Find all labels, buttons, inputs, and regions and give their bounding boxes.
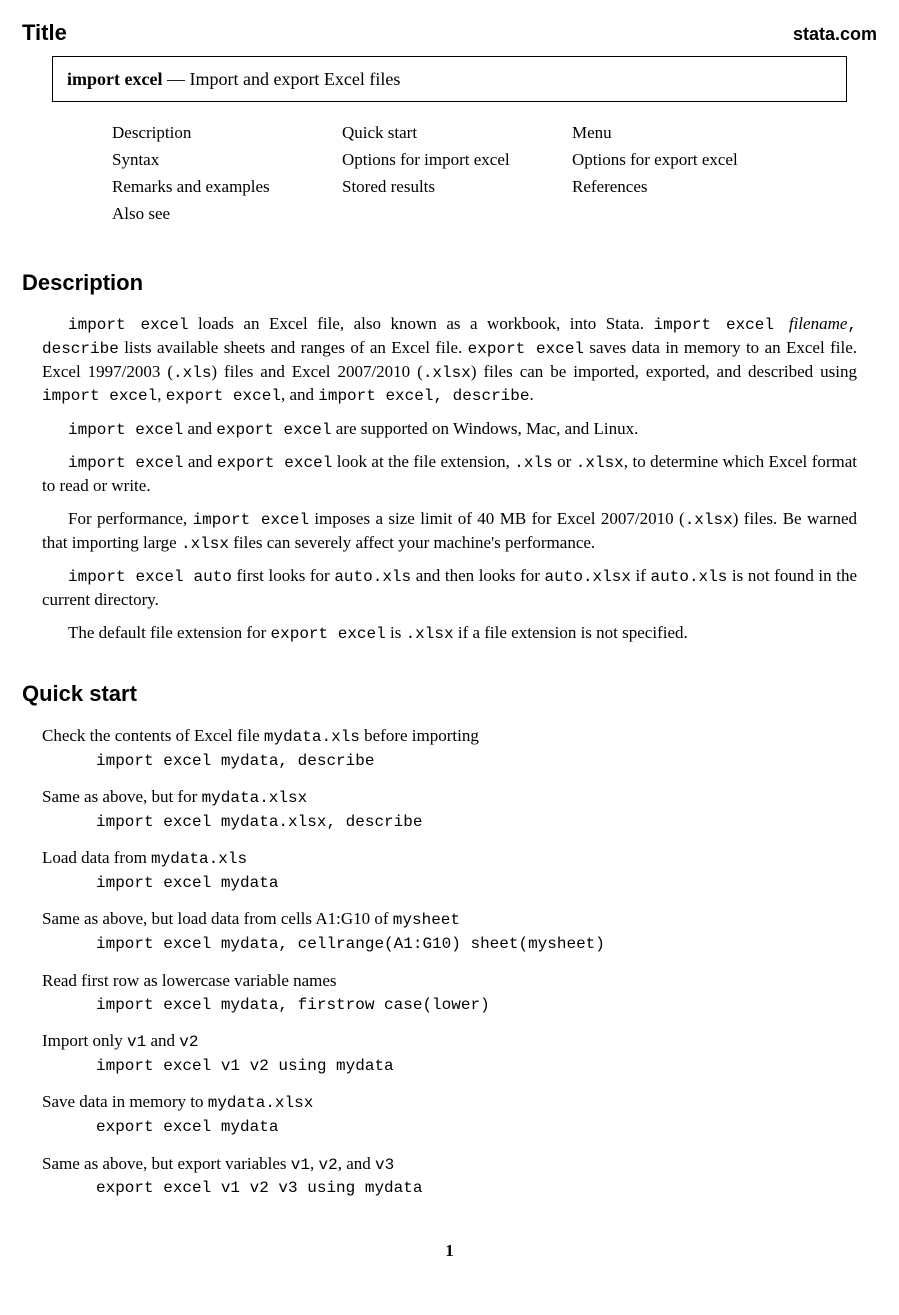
description-para: The default file extension for export ex… bbox=[42, 622, 857, 646]
quickstart-desc: Read first row as lowercase variable nam… bbox=[42, 970, 857, 993]
quickstart-item: Same as above, but load data from cells … bbox=[42, 908, 857, 955]
quickstart-code: export excel mydata bbox=[96, 1117, 857, 1139]
toc-link[interactable]: Description bbox=[112, 120, 342, 147]
title-separator: — bbox=[162, 69, 189, 89]
toc-row: Also see bbox=[112, 201, 817, 228]
toc-row: Remarks and examples Stored results Refe… bbox=[112, 174, 817, 201]
quickstart-code: export excel v1 v2 v3 using mydata bbox=[96, 1178, 857, 1200]
section-heading-description: Description bbox=[22, 268, 877, 298]
quickstart-item: Load data from mydata.xls import excel m… bbox=[42, 847, 857, 894]
toc-link[interactable]: Syntax bbox=[112, 147, 342, 174]
quickstart-item: Same as above, but export variables v1, … bbox=[42, 1153, 857, 1200]
toc-link[interactable]: Quick start bbox=[342, 120, 572, 147]
quickstart-item: Read first row as lowercase variable nam… bbox=[42, 970, 857, 1017]
command-title-box: import excel — Import and export Excel f… bbox=[52, 56, 847, 102]
command-name: import excel bbox=[67, 69, 162, 89]
toc-link[interactable]: Options for import excel bbox=[342, 147, 572, 174]
quickstart-desc: Load data from mydata.xls bbox=[42, 847, 857, 871]
quickstart-code: import excel v1 v2 using mydata bbox=[96, 1056, 857, 1078]
quickstart-desc: Same as above, but load data from cells … bbox=[42, 908, 857, 932]
quickstart-code: import excel mydata, cellrange(A1:G10) s… bbox=[96, 934, 857, 956]
quickstart-desc: Check the contents of Excel file mydata.… bbox=[42, 725, 857, 749]
command-subtitle: Import and export Excel files bbox=[189, 69, 400, 89]
quickstart-code: import excel mydata.xlsx, describe bbox=[96, 812, 857, 834]
description-para: For performance, import excel imposes a … bbox=[42, 508, 857, 555]
quickstart-item: Same as above, but for mydata.xlsx impor… bbox=[42, 786, 857, 833]
section-heading-quickstart: Quick start bbox=[22, 679, 877, 709]
quickstart-item: Import only v1 and v2 import excel v1 v2… bbox=[42, 1030, 857, 1077]
description-para: import excel and export excel look at th… bbox=[42, 451, 857, 498]
quickstart-desc: Save data in memory to mydata.xlsx bbox=[42, 1091, 857, 1115]
description-para: import excel and export excel are suppor… bbox=[42, 418, 857, 442]
quickstart-desc: Import only v1 and v2 bbox=[42, 1030, 857, 1054]
toc-link[interactable]: Options for export excel bbox=[572, 147, 802, 174]
toc-row: Description Quick start Menu bbox=[112, 120, 817, 147]
quickstart-code: import excel mydata, firstrow case(lower… bbox=[96, 995, 857, 1017]
description-para: import excel loads an Excel file, also k… bbox=[42, 313, 857, 407]
quickstart-desc: Same as above, but export variables v1, … bbox=[42, 1153, 857, 1177]
toc-link[interactable]: Stored results bbox=[342, 174, 572, 201]
title-label: Title bbox=[22, 18, 67, 48]
description-para: import excel auto first looks for auto.x… bbox=[42, 565, 857, 612]
page-number: 1 bbox=[22, 1240, 877, 1263]
toc-link[interactable]: Remarks and examples bbox=[112, 174, 342, 201]
toc-row: Syntax Options for import excel Options … bbox=[112, 147, 817, 174]
toc-empty bbox=[342, 201, 572, 228]
toc-empty bbox=[572, 201, 802, 228]
quickstart-desc: Same as above, but for mydata.xlsx bbox=[42, 786, 857, 810]
quickstart-code: import excel mydata, describe bbox=[96, 751, 857, 773]
quickstart-code: import excel mydata bbox=[96, 873, 857, 895]
quickstart-item: Check the contents of Excel file mydata.… bbox=[42, 725, 857, 772]
toc: Description Quick start Menu Syntax Opti… bbox=[112, 120, 817, 228]
page-header: Title stata.com bbox=[22, 18, 877, 48]
toc-link[interactable]: Also see bbox=[112, 201, 342, 228]
quickstart-item: Save data in memory to mydata.xlsx expor… bbox=[42, 1091, 857, 1138]
toc-link[interactable]: References bbox=[572, 174, 802, 201]
site-link[interactable]: stata.com bbox=[793, 22, 877, 46]
toc-link[interactable]: Menu bbox=[572, 120, 802, 147]
